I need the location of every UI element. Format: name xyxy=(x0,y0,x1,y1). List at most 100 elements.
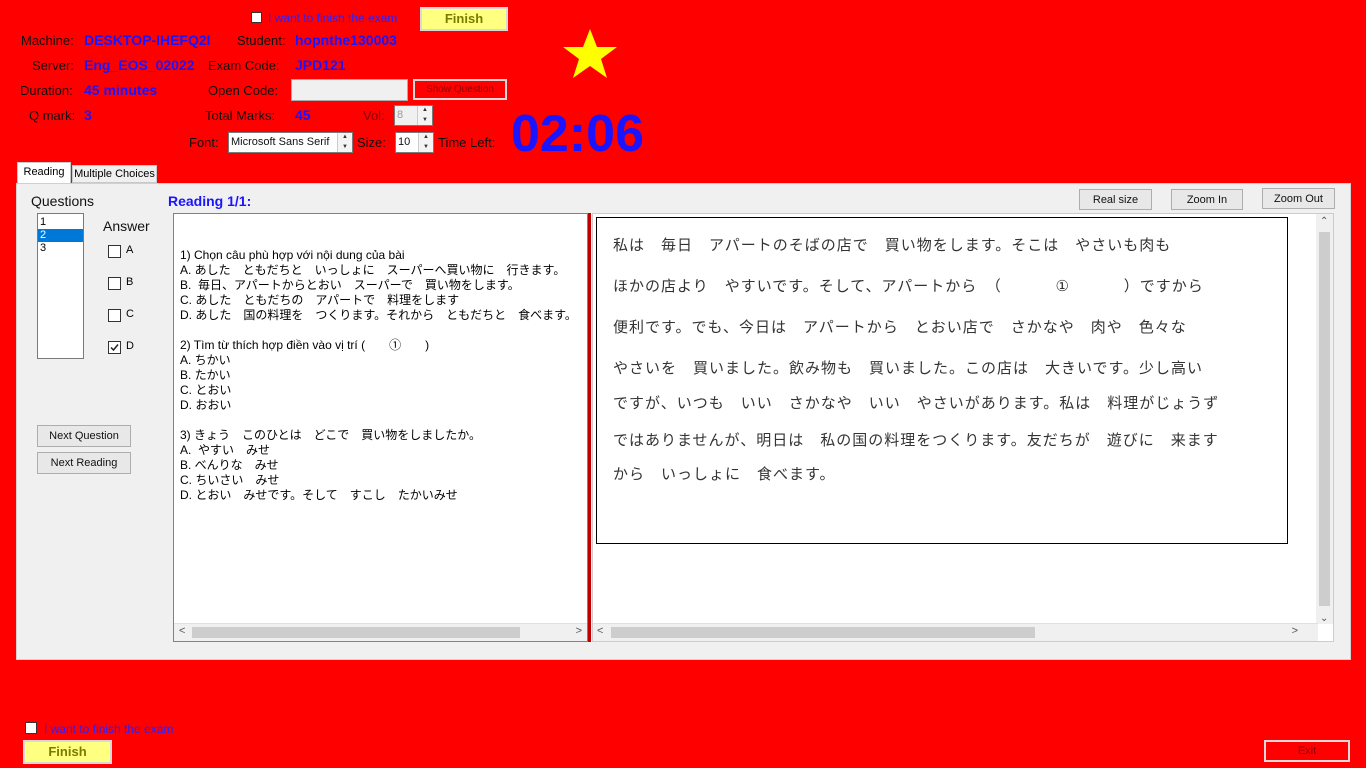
answer-option-b[interactable]: B xyxy=(108,276,148,308)
scroll-down-icon[interactable]: ⌄ xyxy=(1320,613,1328,624)
passage-line: 私は 毎日 アパートのそばの店で 買い物をします。そこは やさいも肉も xyxy=(613,236,1172,254)
finish-exam-checkbox-label-bottom: I want to finish the exam xyxy=(44,722,174,736)
answer-checkbox-d[interactable] xyxy=(108,341,121,354)
vol-label: Vol: xyxy=(363,108,385,123)
student-value: hopnthe130003 xyxy=(295,32,397,48)
vol-stepper[interactable]: 8 ▲ ▼ xyxy=(394,105,433,126)
server-value: Eng_EOS_02022 xyxy=(84,57,195,73)
font-label: Font: xyxy=(189,135,219,150)
finish-exam-checkbox-bottom[interactable] xyxy=(25,722,37,734)
passage-box: 私は 毎日 アパートのそばの店で 買い物をします。そこは やさいも肉も ほかの店よ… xyxy=(596,217,1288,544)
scroll-thumb[interactable] xyxy=(192,627,520,638)
question-text-line: B. たかい xyxy=(180,368,231,382)
finish-exam-checkbox-label-top: I want to finish the exam xyxy=(268,11,398,25)
finish-button-bottom[interactable]: Finish xyxy=(23,740,112,764)
passage-vscrollbar[interactable]: ⌃ ⌄ xyxy=(1316,214,1333,624)
answer-checkbox-c[interactable] xyxy=(108,309,121,322)
real-size-button[interactable]: Real size xyxy=(1079,189,1152,210)
show-question-button[interactable]: Show Question xyxy=(413,79,507,100)
passage-viewer[interactable]: 私は 毎日 アパートのそばの店で 買い物をします。そこは やさいも肉も ほかの店よ… xyxy=(592,213,1334,642)
answer-title: Answer xyxy=(103,218,150,234)
size-stepper-arrows[interactable]: ▲ ▼ xyxy=(418,133,433,152)
scroll-thumb[interactable] xyxy=(611,627,1035,638)
next-question-button[interactable]: Next Question xyxy=(37,425,131,447)
finish-exam-checkbox-top[interactable] xyxy=(251,12,262,23)
scroll-right-icon[interactable]: > xyxy=(1292,625,1298,637)
question-text-line: D. とおい みせです。そして すこし たかいみせ xyxy=(180,488,458,502)
question-text-line: A. ちかい xyxy=(180,353,231,367)
question-text-line: B. 毎日、アパートからとおい スーパーで 買い物をします。 xyxy=(180,278,520,292)
question-text-line: A. やすい みせ xyxy=(180,443,271,457)
size-stepper-value: 10 xyxy=(398,136,411,148)
answer-options: A B C D xyxy=(108,244,148,372)
tab-multiple-choices[interactable]: Multiple Choices xyxy=(72,165,157,183)
question-text-box[interactable]: 1) Chọn câu phù hợp với nội dung của bài… xyxy=(173,213,588,642)
font-stepper[interactable]: Microsoft Sans Serif ▲ ▼ xyxy=(228,132,353,153)
answer-label-d: D xyxy=(126,340,134,352)
question-text-line: C. ちいさい みせ xyxy=(180,473,280,487)
question-text-line: C. あした ともだちの アパートで 料理をします xyxy=(180,293,460,307)
answer-label-c: C xyxy=(126,308,134,320)
vol-stepper-value: 8 xyxy=(397,109,404,121)
answer-option-c[interactable]: C xyxy=(108,308,148,340)
question-text-line: 2) Tìm từ thích hợp điền vào vị trí ( ① … xyxy=(180,338,430,352)
total-marks-label: Total Marks: xyxy=(205,108,276,123)
answer-option-d[interactable]: D xyxy=(108,340,148,372)
next-reading-button[interactable]: Next Reading xyxy=(37,452,131,474)
question-text-line xyxy=(180,323,577,338)
vol-stepper-arrows[interactable]: ▲ ▼ xyxy=(417,106,432,125)
total-marks-value: 45 xyxy=(295,107,311,123)
splitter[interactable] xyxy=(588,213,591,642)
passage-hscrollbar[interactable]: < > xyxy=(593,623,1318,641)
passage-line: から いっしょに 食べます。 xyxy=(613,465,836,483)
exit-button[interactable]: Exit xyxy=(1264,740,1350,762)
question-text-line: C. とおい xyxy=(180,383,232,397)
size-stepper[interactable]: 10 ▲ ▼ xyxy=(395,132,434,153)
scroll-right-icon[interactable]: > xyxy=(576,625,582,637)
duration-label: Duration: xyxy=(20,83,73,98)
passage-line: ですが、いつも いい さかなや いい やさいがあります。私は 料理がじょうず xyxy=(613,394,1220,412)
tab-reading[interactable]: Reading xyxy=(17,162,71,183)
font-stepper-arrows[interactable]: ▲ ▼ xyxy=(337,133,352,152)
question-hscrollbar[interactable]: < > xyxy=(174,623,587,641)
question-list-item-selected[interactable]: 2 xyxy=(38,229,83,242)
question-text-line: D. おおい xyxy=(180,398,232,412)
open-code-input[interactable] xyxy=(291,79,408,101)
scroll-up-icon[interactable]: ⌃ xyxy=(1320,216,1328,227)
answer-checkbox-b[interactable] xyxy=(108,277,121,290)
answer-label-a: A xyxy=(126,244,134,256)
question-text-line xyxy=(180,413,577,428)
open-code-label: Open Code: xyxy=(208,83,279,98)
machine-value: DESKTOP-IHEFQ2I xyxy=(84,32,211,48)
time-left-value: 02:06 xyxy=(511,105,644,163)
question-list-item[interactable]: 1 xyxy=(38,216,83,229)
qmark-label: Q mark: xyxy=(29,108,76,123)
question-text-line: 3) きょう このひとは どこで 買い物をしましたか。 xyxy=(180,428,482,442)
reading-title: Reading 1/1: xyxy=(168,193,252,209)
question-list-item[interactable]: 3 xyxy=(38,242,83,255)
exam-code-label: Exam Code: xyxy=(208,58,280,73)
answer-checkbox-a[interactable] xyxy=(108,245,121,258)
zoom-out-button[interactable]: Zoom Out xyxy=(1262,188,1335,209)
checkmark-icon xyxy=(110,344,119,352)
answer-option-a[interactable]: A xyxy=(108,244,148,276)
question-text-line: A. あした ともだちと いっしょに スーパーへ買い物に 行きます。 xyxy=(180,263,566,277)
scroll-left-icon[interactable]: < xyxy=(179,625,185,637)
vscroll-thumb[interactable] xyxy=(1319,232,1330,606)
question-list[interactable]: 1 2 3 xyxy=(37,213,84,359)
server-label: Server: xyxy=(32,58,74,73)
scroll-left-icon[interactable]: < xyxy=(597,625,603,637)
questions-title: Questions xyxy=(31,193,95,209)
star-icon xyxy=(563,29,617,78)
question-text-line: 1) Chọn câu phù hợp với nội dung của bài xyxy=(180,248,405,262)
passage-line: やさいを 買いました。飲み物も 買いました。この店は 大きいです。少し高い xyxy=(613,359,1204,377)
machine-label: Machine: xyxy=(21,33,74,48)
student-label: Student: xyxy=(237,33,286,48)
question-text: 1) Chọn câu phù hợp với nội dung của bài… xyxy=(180,248,577,503)
question-text-line: B. べんりな みせ xyxy=(180,458,279,472)
zoom-in-button[interactable]: Zoom In xyxy=(1171,189,1243,210)
finish-button-top[interactable]: Finish xyxy=(420,7,508,31)
exam-code-value: JPD121 xyxy=(295,57,346,73)
time-left-label: Time Left: xyxy=(438,135,496,150)
qmark-value: 3 xyxy=(84,107,92,123)
